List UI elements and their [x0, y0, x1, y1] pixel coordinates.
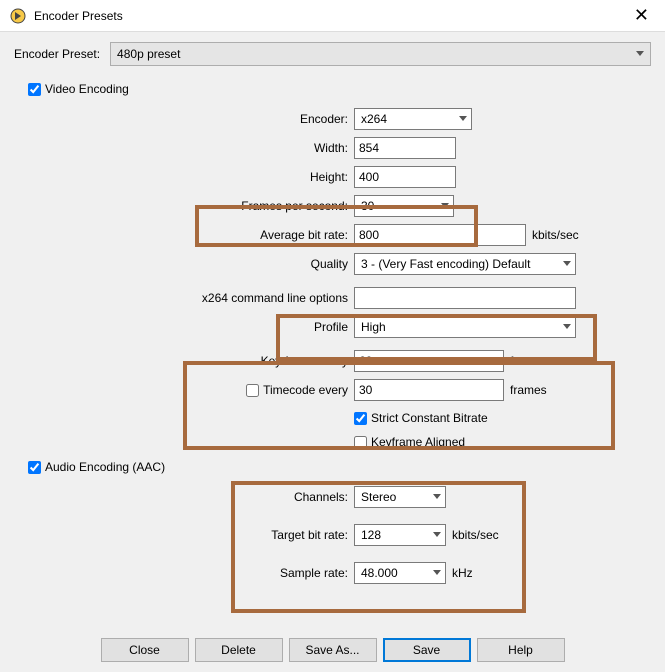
timecode-checkbox[interactable] — [246, 384, 259, 397]
audio-encoding-section: Audio Encoding (AAC) — [28, 460, 651, 474]
quality-select[interactable]: 3 - (Very Fast encoding) Default — [354, 253, 576, 275]
width-label: Width: — [184, 141, 354, 155]
keyframe-label: Key frame every — [184, 354, 354, 368]
encoder-preset-row: Encoder Preset: 480p preset — [14, 42, 651, 66]
width-input[interactable] — [354, 137, 456, 159]
channels-label: Channels: — [184, 490, 354, 504]
video-encoding-label: Video Encoding — [45, 82, 129, 96]
keyframe-input[interactable] — [354, 350, 504, 372]
cmdline-label: x264 command line options — [184, 291, 354, 305]
encoder-preset-dropdown[interactable]: 480p preset — [110, 42, 651, 66]
samplerate-label: Sample rate: — [184, 566, 354, 580]
audio-form: Channels: Stereo Target bit rate: 128 kb… — [184, 484, 544, 586]
fps-label: Frames per second: — [184, 199, 354, 213]
video-encoding-section: Video Encoding — [28, 82, 651, 96]
chevron-down-icon — [441, 203, 449, 209]
height-input[interactable] — [354, 166, 456, 188]
audio-encoding-label: Audio Encoding (AAC) — [45, 460, 165, 474]
profile-label: Profile — [184, 320, 354, 334]
close-button[interactable]: Close — [101, 638, 189, 662]
cmdline-input[interactable] — [354, 287, 576, 309]
timecode-input[interactable] — [354, 379, 504, 401]
delete-button[interactable]: Delete — [195, 638, 283, 662]
samplerate-select[interactable]: 48.000 — [354, 562, 446, 584]
channels-value: Stereo — [361, 490, 396, 504]
encoder-preset-label: Encoder Preset: — [14, 47, 100, 61]
app-icon — [10, 8, 26, 24]
button-bar: Close Delete Save As... Save Help — [0, 638, 665, 662]
video-form: Encoder: x264 Width: Height: Frames per … — [184, 106, 654, 454]
chevron-down-icon — [636, 51, 644, 57]
audio-bitrate-value: 128 — [361, 528, 381, 542]
timecode-unit: frames — [510, 383, 547, 397]
fps-value: 30 — [361, 199, 374, 213]
abr-unit: kbits/sec — [532, 228, 579, 242]
keyframe-aligned-label: Keyframe Aligned — [371, 435, 465, 449]
save-as-button[interactable]: Save As... — [289, 638, 377, 662]
video-encoding-checkbox[interactable] — [28, 83, 41, 96]
save-button[interactable]: Save — [383, 638, 471, 662]
audio-bitrate-label: Target bit rate: — [184, 528, 354, 542]
window-title: Encoder Presets — [34, 9, 123, 23]
audio-bitrate-select[interactable]: 128 — [354, 524, 446, 546]
audio-encoding-checkbox[interactable] — [28, 461, 41, 474]
titlebar: Encoder Presets ✕ — [0, 0, 665, 32]
height-label: Height: — [184, 170, 354, 184]
audio-bitrate-unit: kbits/sec — [452, 528, 499, 542]
close-button[interactable]: ✕ — [626, 5, 657, 26]
encoder-select[interactable]: x264 — [354, 108, 472, 130]
chevron-down-icon — [459, 116, 467, 122]
channels-select[interactable]: Stereo — [354, 486, 446, 508]
encoder-value: x264 — [361, 112, 387, 126]
chevron-down-icon — [433, 494, 441, 500]
samplerate-unit: kHz — [452, 566, 473, 580]
abr-input[interactable] — [354, 224, 526, 246]
chevron-down-icon — [563, 261, 571, 267]
chevron-down-icon — [433, 532, 441, 538]
profile-select[interactable]: High — [354, 316, 576, 338]
fps-select[interactable]: 30 — [354, 195, 454, 217]
strict-bitrate-checkbox[interactable] — [354, 412, 367, 425]
encoder-preset-value: 480p preset — [117, 47, 180, 61]
quality-label: Quality — [184, 257, 354, 271]
strict-bitrate-label: Strict Constant Bitrate — [371, 411, 488, 425]
chevron-down-icon — [433, 570, 441, 576]
samplerate-value: 48.000 — [361, 566, 398, 580]
help-button[interactable]: Help — [477, 638, 565, 662]
quality-value: 3 - (Very Fast encoding) Default — [361, 257, 530, 271]
profile-value: High — [361, 320, 386, 334]
keyframe-aligned-checkbox[interactable] — [354, 436, 367, 449]
keyframe-unit: frames — [510, 354, 547, 368]
timecode-label: Timecode every — [263, 383, 348, 397]
chevron-down-icon — [563, 324, 571, 330]
encoder-label: Encoder: — [184, 112, 354, 126]
abr-label: Average bit rate: — [184, 228, 354, 242]
